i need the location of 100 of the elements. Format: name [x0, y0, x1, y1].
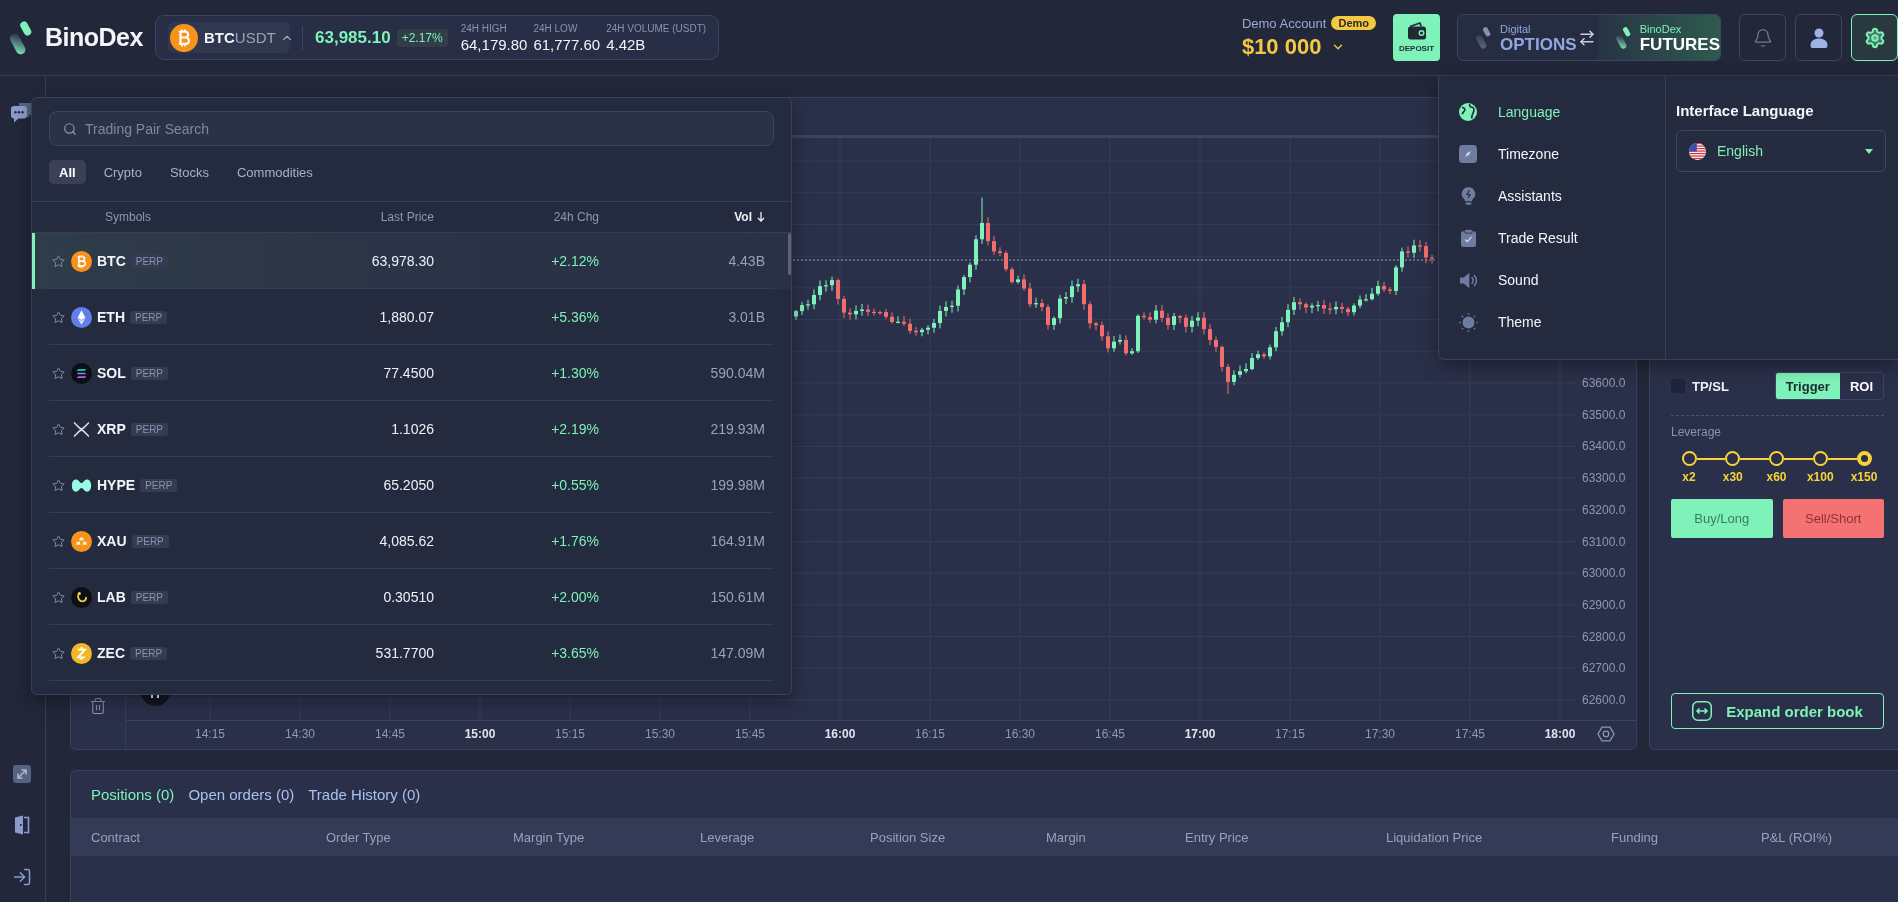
logo-icon — [1614, 25, 1632, 50]
caret-down-icon — [1865, 148, 1873, 154]
scrollbar-thumb[interactable] — [788, 233, 791, 275]
price-change: +1.30% — [551, 365, 599, 381]
column-header[interactable]: 24h Chg — [553, 210, 599, 224]
positions-tab[interactable]: Trade History (0) — [308, 786, 421, 803]
coin-icon — [170, 23, 198, 52]
menu-item[interactable]: Trade Result — [1459, 217, 1665, 259]
door-icon[interactable] — [13, 815, 30, 835]
volume-value: 590.04M — [710, 365, 765, 381]
column-header[interactable]: Last Price — [380, 210, 434, 224]
leverage-stop[interactable] — [1725, 451, 1741, 466]
column-header: Leverage — [700, 829, 756, 845]
menu-item[interactable]: Timezone — [1459, 133, 1665, 175]
column-header: Margin Type — [513, 829, 586, 845]
leverage-stop[interactable] — [1681, 451, 1697, 466]
filter-tab[interactable]: Stocks — [159, 160, 219, 184]
leverage-value: x30 — [1722, 470, 1743, 484]
star-icon[interactable] — [52, 310, 65, 324]
column-header: Contract — [91, 829, 142, 845]
volume-value: 164.91M — [710, 533, 765, 549]
trash-icon[interactable] — [89, 697, 107, 715]
mode-option[interactable]: BinoDex FUTURES — [1597, 15, 1720, 60]
tpsl-label: TP/SL — [1692, 378, 1729, 394]
menu-item[interactable]: Assistants — [1459, 175, 1665, 217]
time-label: 14:15 — [195, 727, 225, 741]
column-header[interactable]: Vol — [734, 210, 765, 224]
pair-row[interactable]: BTC PERP 63,978.30 +2.12% 4.43B — [32, 233, 791, 289]
star-icon[interactable] — [52, 534, 65, 548]
time-label: 17:30 — [1365, 727, 1395, 741]
symbol-text: BTC — [97, 253, 126, 269]
symbol-text: XRP — [97, 421, 126, 437]
menu-item[interactable]: Sound — [1459, 259, 1665, 301]
stat-label: 24H LOW — [533, 22, 579, 35]
filter-tab[interactable]: All — [49, 160, 86, 184]
leverage-stop[interactable] — [1769, 451, 1784, 466]
volume-value: 199.98M — [710, 477, 765, 493]
toggle-option[interactable]: ROI — [1839, 373, 1883, 399]
leverage-stop[interactable] — [1856, 451, 1872, 466]
time-label: 16:00 — [824, 727, 856, 741]
symbol-text: SOL — [97, 365, 126, 381]
swap-icon[interactable] — [1578, 28, 1597, 47]
price-label: 63300.0 — [1582, 471, 1626, 486]
price-label: 63000.0 — [1582, 566, 1626, 581]
language-select[interactable]: English — [1676, 130, 1886, 172]
time-label: 14:45 — [375, 727, 405, 741]
toggle-option[interactable]: Trigger — [1775, 373, 1840, 399]
expand-order-book-button[interactable]: Expand order book — [1671, 693, 1884, 729]
profile-button[interactable] — [1795, 14, 1842, 61]
account-label: Demo Account — [1241, 15, 1327, 31]
star-icon[interactable] — [52, 366, 65, 380]
buy-button[interactable]: Buy/Long — [1671, 499, 1773, 538]
star-icon[interactable] — [52, 646, 65, 660]
star-icon[interactable] — [52, 590, 65, 604]
leverage-stop[interactable] — [1812, 451, 1828, 466]
filter-tab[interactable]: Crypto — [93, 160, 152, 184]
search-field[interactable]: Trading Pair Search — [49, 111, 774, 146]
mode-option[interactable]: Digital OPTIONS — [1458, 15, 1577, 60]
column-header: Entry Price — [1185, 829, 1250, 845]
lightbulb-icon — [1460, 187, 1476, 205]
contract-badge: PERP — [130, 422, 169, 436]
menu-item[interactable]: Language — [1459, 91, 1665, 133]
contract-badge: PERP — [131, 534, 169, 548]
balance-dropdown[interactable]: $10 000 — [1241, 33, 1376, 60]
symbol-text: HYPE — [97, 477, 136, 493]
price-change: +3.65% — [551, 645, 599, 661]
globe-icon — [1459, 103, 1477, 121]
positions-tab[interactable]: Positions (0) — [91, 786, 175, 803]
settings-button[interactable] — [1851, 14, 1898, 61]
bell-icon — [1752, 27, 1773, 48]
panel-title: Interface Language — [1676, 102, 1815, 120]
stat-value: 64,179.80 — [460, 35, 528, 53]
column-header: Margin — [1046, 829, 1087, 845]
contract-badge: PERP — [130, 310, 168, 324]
column-header[interactable]: Symbols — [52, 210, 151, 224]
last-price: 77.4500 — [383, 365, 434, 381]
speaker-icon — [1458, 271, 1478, 289]
star-icon[interactable] — [52, 254, 65, 268]
menu-item[interactable]: Theme — [1459, 301, 1665, 343]
search-input[interactable]: Trading Pair Search — [85, 116, 761, 141]
last-price: 4,085.62 — [379, 533, 434, 549]
column-header: Liquidation Price — [1386, 829, 1484, 845]
pair-selector[interactable]: BTCUSDT — [168, 22, 290, 53]
volume-value: 4.43B — [728, 253, 765, 269]
expand-icon[interactable] — [12, 765, 31, 783]
time-label: 16:15 — [915, 727, 945, 741]
logo-icon — [8, 19, 34, 56]
leverage-value: x100 — [1806, 470, 1834, 484]
coin-icon — [71, 250, 92, 272]
deposit-button[interactable]: DEPOSIT — [1393, 14, 1440, 61]
filter-tab[interactable]: Commodities — [226, 160, 323, 184]
volume-value: 147.09M — [710, 645, 765, 661]
chat-icon[interactable] — [9, 102, 34, 124]
positions-tab[interactable]: Open orders (0) — [188, 786, 295, 803]
login-icon[interactable] — [11, 867, 32, 887]
settings-icon[interactable] — [1597, 726, 1615, 742]
star-icon[interactable] — [52, 422, 65, 436]
time-label: 15:45 — [735, 727, 765, 741]
coin-icon — [71, 306, 92, 328]
star-icon[interactable] — [52, 478, 65, 492]
